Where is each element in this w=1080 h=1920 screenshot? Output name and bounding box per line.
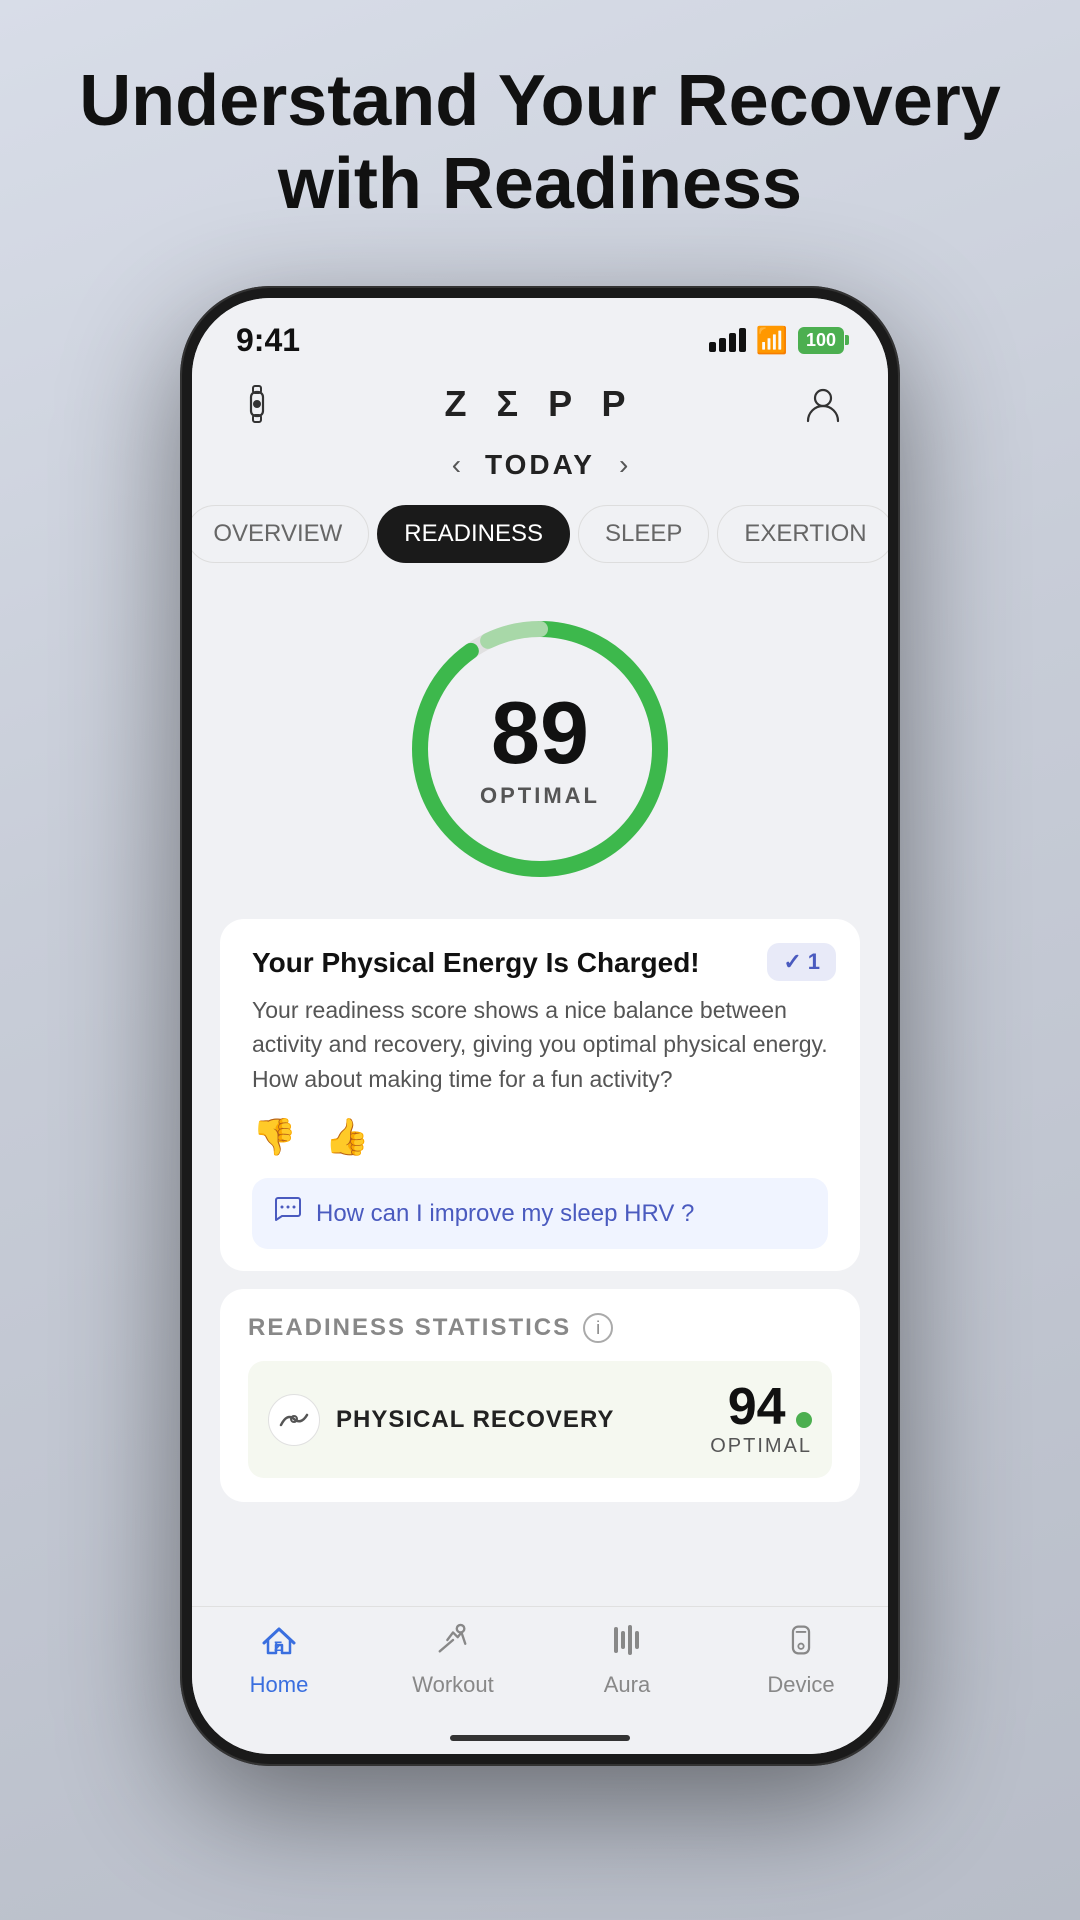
nav-item-workout[interactable]: Workout [393,1623,513,1698]
readiness-ring: 89 OPTIMAL [400,609,680,889]
badge-count: 1 [808,949,820,975]
phone-screen: 9:41 📶 100 [192,298,888,1754]
physical-recovery-icon [268,1394,320,1446]
current-date-label: TODAY [485,449,595,481]
nav-device-label: Device [767,1672,834,1698]
next-date-button[interactable]: › [619,449,628,481]
stat-row-physical-recovery: PHYSICAL RECOVERY 94 OPTIMAL [248,1361,832,1478]
date-nav: ‹ TODAY › [192,441,888,497]
home-indicator-bar [450,1735,630,1741]
home-icon: Σ [260,1623,298,1666]
stat-value-physical-recovery: 94 [728,1378,786,1436]
nav-item-aura[interactable]: Aura [567,1623,687,1698]
ring-score-label: OPTIMAL [480,783,600,809]
tab-readiness[interactable]: READINESS [377,505,570,563]
svg-text:Σ: Σ [274,1638,282,1654]
stat-sub-label: OPTIMAL [710,1435,812,1458]
thumbs-up-button[interactable]: 👍 [325,1116,370,1158]
ring-center: 89 OPTIMAL [480,689,600,809]
ai-question-button[interactable]: How can I improve my sleep HRV ? [252,1178,828,1249]
tab-overview[interactable]: OVERVIEW [192,505,369,563]
readiness-stats-card: READINESS STATISTICS i PHYSICAL RECOVERY [220,1289,860,1502]
stats-header: READINESS STATISTICS i [248,1313,832,1343]
stat-value-block: 94 OPTIMAL [710,1381,812,1458]
bottom-nav: Σ Home Workout [192,1606,888,1730]
thumbs-down-button[interactable]: 👎 [252,1116,297,1158]
nav-item-home[interactable]: Σ Home [219,1623,339,1698]
aura-icon [608,1623,646,1666]
nav-item-device[interactable]: Device [741,1623,861,1698]
battery-icon: 100 [798,327,844,354]
score-area: 89 OPTIMAL [192,579,888,909]
wifi-icon: 📶 [756,325,788,356]
watch-icon[interactable] [236,383,278,425]
app-header: Z Σ P P [192,367,888,441]
stat-status-dot [796,1412,812,1428]
tab-exertion[interactable]: EXERTION [717,505,888,563]
device-icon [782,1623,820,1666]
page-title: Understand Your Recovery with Readiness [19,60,1061,226]
insight-body: Your readiness score shows a nice balanc… [252,993,828,1097]
tabs-bar: OVERVIEW READINESS SLEEP EXERTION [192,497,888,579]
app-logo: Z Σ P P [445,383,636,425]
scroll-content[interactable]: ✓ 1 Your Physical Energy Is Charged! You… [192,909,888,1606]
signal-bars-icon [709,328,746,352]
tab-sleep[interactable]: SLEEP [578,505,709,563]
ai-chat-icon [272,1194,304,1233]
feedback-row: 👎 👍 [252,1116,828,1158]
status-icons: 📶 100 [709,325,844,356]
nav-aura-label: Aura [604,1672,650,1698]
ai-question-text: How can I improve my sleep HRV ? [316,1200,694,1228]
insight-badge: ✓ 1 [767,943,836,981]
phone-frame: 9:41 📶 100 [180,286,900,1766]
workout-icon [434,1623,472,1666]
insight-title: Your Physical Energy Is Charged! [252,947,828,979]
badge-check-icon: ✓ [783,949,801,975]
ring-score-value: 89 [480,689,600,777]
nav-home-label: Home [250,1672,309,1698]
prev-date-button[interactable]: ‹ [452,449,461,481]
home-indicator [192,1730,888,1754]
stat-name-physical-recovery: PHYSICAL RECOVERY [336,1406,694,1434]
profile-icon[interactable] [802,383,844,425]
nav-workout-label: Workout [412,1672,494,1698]
insight-card: ✓ 1 Your Physical Energy Is Charged! You… [220,919,860,1272]
status-bar: 9:41 📶 100 [192,298,888,367]
stats-section-title: READINESS STATISTICS [248,1314,571,1342]
status-time: 9:41 [236,322,300,359]
stats-info-icon[interactable]: i [583,1313,613,1343]
